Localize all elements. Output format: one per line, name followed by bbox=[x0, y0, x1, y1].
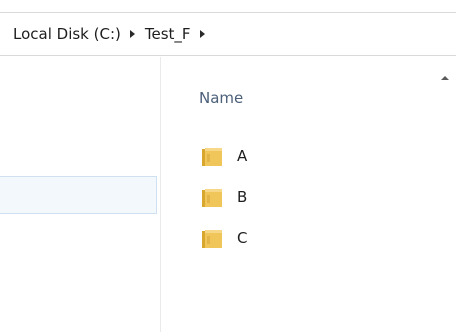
folder-name: C bbox=[237, 229, 248, 247]
breadcrumb-item-local-disk[interactable]: Local Disk (C:) bbox=[13, 24, 121, 44]
chevron-right-icon[interactable] bbox=[129, 30, 135, 38]
list-item-folder-c[interactable]: C bbox=[201, 226, 401, 267]
nav-selected-item[interactable] bbox=[0, 176, 157, 214]
breadcrumb-item-test-f[interactable]: Test_F bbox=[145, 24, 191, 44]
list-item-folder-a[interactable]: A bbox=[201, 144, 401, 185]
folder-icon bbox=[202, 189, 222, 207]
folder-name: B bbox=[237, 188, 248, 206]
explorer-window: Local Disk (C:) Test_F Name A B C bbox=[0, 0, 456, 332]
file-list: A B C bbox=[201, 144, 401, 267]
folder-name: A bbox=[237, 147, 248, 165]
column-header-name[interactable]: Name bbox=[199, 89, 243, 107]
address-bar[interactable]: Local Disk (C:) Test_F bbox=[0, 12, 456, 56]
folder-icon bbox=[202, 148, 222, 166]
navigation-pane[interactable] bbox=[0, 57, 160, 332]
chevron-right-icon[interactable] bbox=[199, 30, 205, 38]
breadcrumb: Local Disk (C:) Test_F bbox=[13, 24, 215, 44]
sort-ascending-icon bbox=[441, 76, 449, 80]
list-item-folder-b[interactable]: B bbox=[201, 185, 401, 226]
file-list-pane: Name A B C bbox=[161, 57, 456, 332]
folder-icon bbox=[202, 230, 222, 248]
